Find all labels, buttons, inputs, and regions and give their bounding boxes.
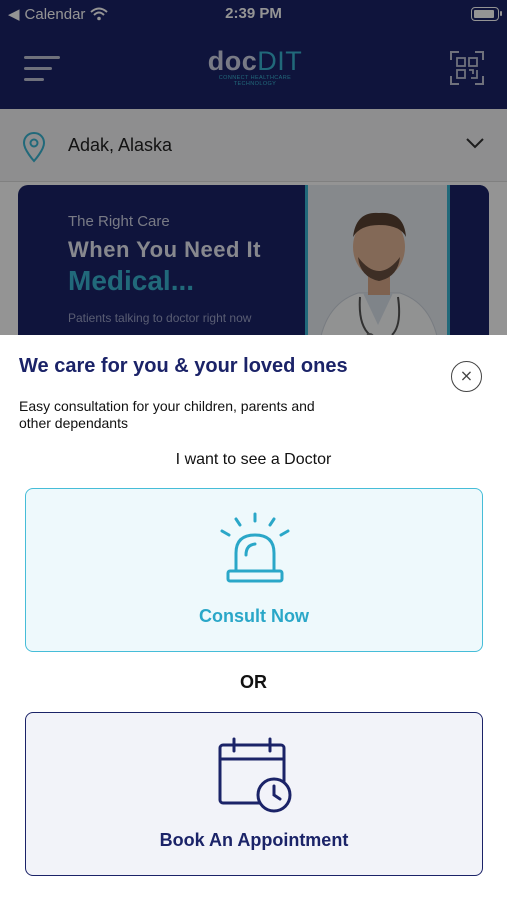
sheet-description: Easy consultation for your children, par… xyxy=(19,398,315,431)
sheet-title: We care for you & your loved ones xyxy=(19,355,348,377)
sheet-prompt: I want to see a Doctor xyxy=(175,451,332,468)
alarm-siren-icon xyxy=(220,512,290,583)
book-appointment-label: Book An Appointment xyxy=(159,830,349,850)
book-appointment-card[interactable]: Book An Appointment xyxy=(25,712,483,876)
calendar-clock-icon xyxy=(218,737,292,813)
or-divider: OR xyxy=(240,672,267,692)
consult-now-label: Consult Now xyxy=(199,606,309,626)
modal-backdrop[interactable] xyxy=(0,0,507,335)
consult-now-card[interactable]: Consult Now xyxy=(25,488,483,652)
close-button[interactable]: × xyxy=(451,361,482,392)
consult-bottom-sheet: We care for you & your loved ones × Easy… xyxy=(0,335,507,900)
